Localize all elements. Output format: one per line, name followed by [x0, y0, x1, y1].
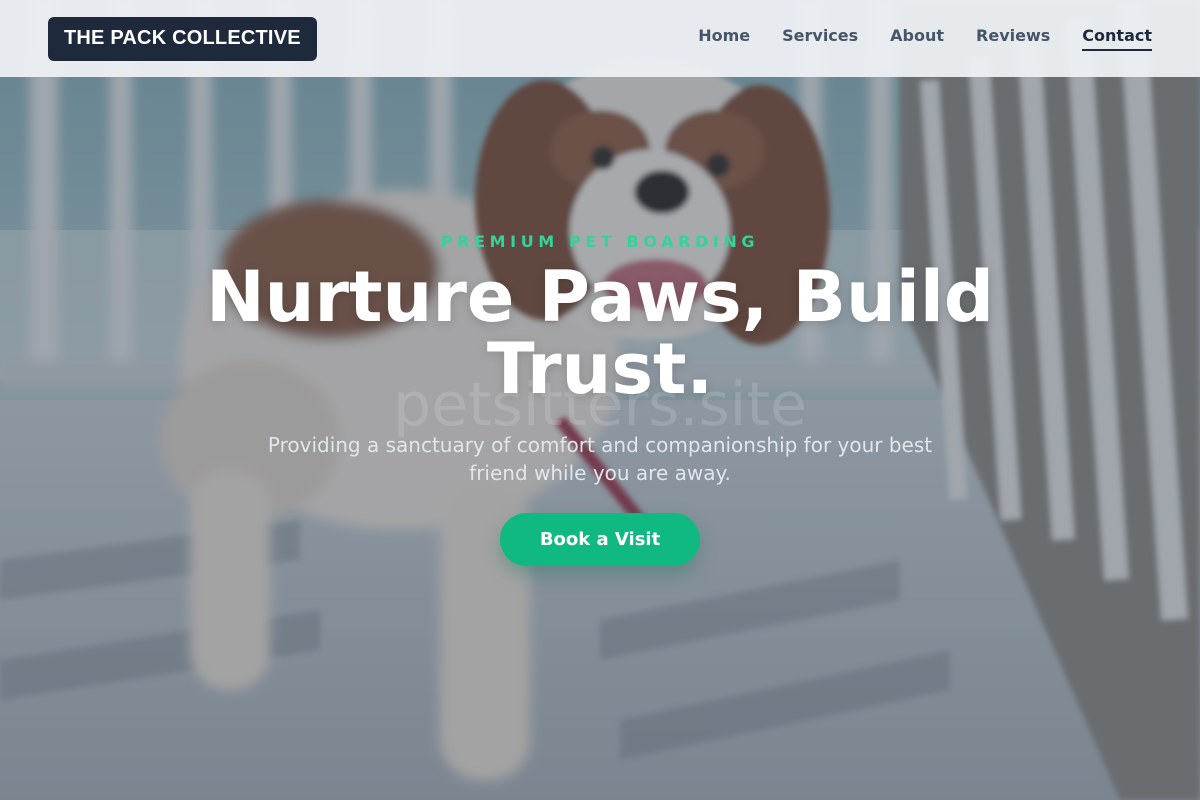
hero-subtitle: Providing a sanctuary of comfort and com…: [267, 433, 933, 485]
hero-eyebrow: PREMIUM PET BOARDING: [440, 232, 760, 251]
nav-link-services[interactable]: Services: [782, 26, 858, 51]
book-visit-button[interactable]: Book a Visit: [500, 513, 700, 566]
brand-logo[interactable]: THE PACK COLLECTIVE: [48, 16, 317, 61]
nav-link-reviews[interactable]: Reviews: [976, 26, 1050, 51]
site-header: THE PACK COLLECTIVE Home Services About …: [0, 0, 1200, 77]
hero-title: Nurture Paws, Build Trust.: [206, 256, 994, 410]
nav-link-about[interactable]: About: [890, 26, 944, 51]
hero-content: PREMIUM PET BOARDING Nurture Paws, Build…: [0, 232, 1200, 566]
main-nav: Home Services About Reviews Contact: [698, 26, 1152, 51]
nav-link-contact[interactable]: Contact: [1082, 26, 1152, 51]
hero-section: petsitters.site PREMIUM PET BOARDING Nur…: [0, 0, 1200, 800]
nav-link-home[interactable]: Home: [698, 26, 750, 51]
